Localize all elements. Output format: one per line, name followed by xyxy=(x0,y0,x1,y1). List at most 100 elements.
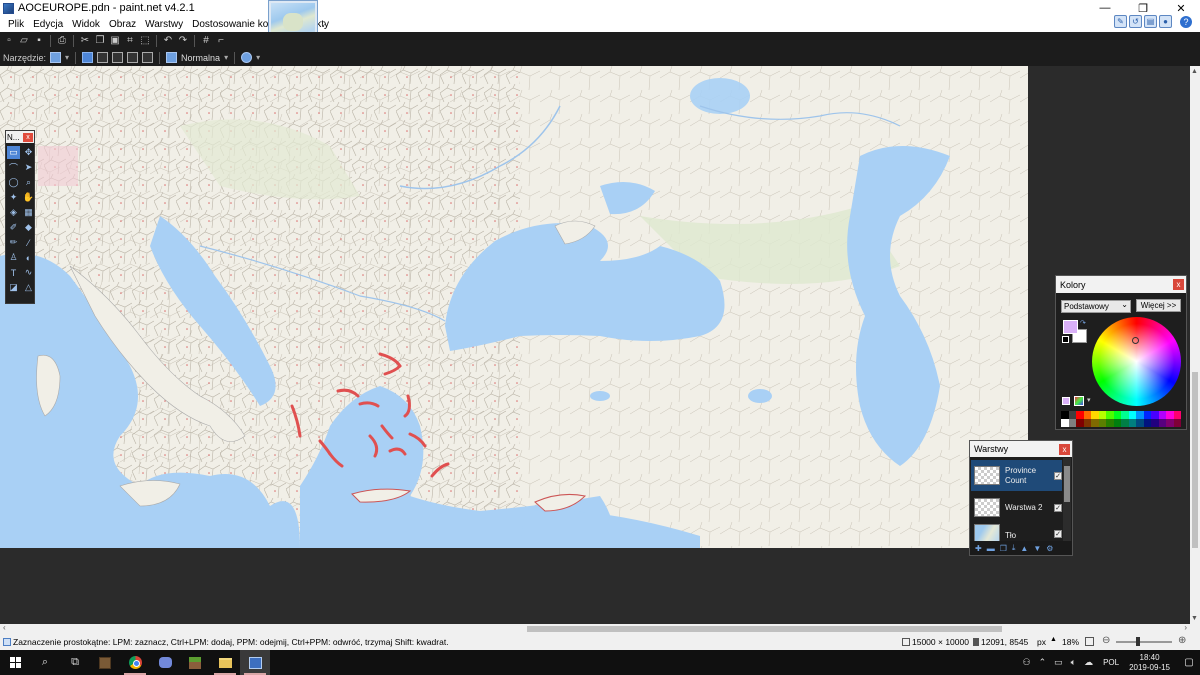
palette-mode-select[interactable]: Podstawowy xyxy=(1061,299,1131,313)
taskbar-app-discord[interactable] xyxy=(150,650,180,675)
palette-swatch[interactable] xyxy=(1098,411,1106,419)
taskbar-app-explorer[interactable] xyxy=(210,650,240,675)
duplicate-layer-icon[interactable]: ❐ xyxy=(1000,544,1007,553)
layer-row-province-count[interactable]: Province Count ✓ xyxy=(971,460,1062,491)
clock[interactable]: 18:40 2019-09-15 xyxy=(1129,653,1170,673)
open-file-icon[interactable]: ▱ xyxy=(18,35,30,47)
cut-icon[interactable]: ✂ xyxy=(79,35,91,47)
more-colors-button[interactable]: Więcej >> xyxy=(1136,299,1181,312)
start-button[interactable] xyxy=(0,650,30,675)
layer-visibility-checkbox[interactable]: ✓ xyxy=(1054,530,1062,538)
layer-visibility-checkbox[interactable]: ✓ xyxy=(1054,503,1062,512)
palette-swatch[interactable] xyxy=(1128,411,1136,419)
move-layer-up-icon[interactable]: ▲ xyxy=(1020,544,1028,553)
palette-swatch[interactable] xyxy=(1173,411,1181,419)
menu-obraz[interactable]: Obraz xyxy=(104,19,140,30)
palette-swatch[interactable] xyxy=(1113,419,1121,427)
scroll-up-icon[interactable]: ▲ xyxy=(1191,68,1198,75)
shapes-tool-icon[interactable]: ◪ xyxy=(7,281,20,294)
move-selected-tool-icon[interactable]: ✥ xyxy=(22,146,35,159)
units-dropdown-icon[interactable]: ▲ xyxy=(1050,636,1057,643)
scroll-right-icon[interactable]: › xyxy=(1184,623,1187,632)
clone-stamp-tool-icon[interactable]: ♙ xyxy=(7,251,20,264)
palette-swatch[interactable] xyxy=(1143,419,1151,427)
line-curve-tool-icon[interactable]: ∿ xyxy=(22,266,35,279)
current-tool-icon[interactable] xyxy=(50,52,62,63)
primary-mini-swatch[interactable] xyxy=(1062,397,1070,405)
palette-swatch[interactable] xyxy=(1083,411,1091,419)
paintbrush-tool-icon[interactable]: ✐ xyxy=(7,221,20,234)
move-selection-tool-icon[interactable]: ➤ xyxy=(22,161,35,174)
units-select[interactable]: px xyxy=(1037,637,1046,647)
copy-icon[interactable]: ❐ xyxy=(94,35,106,47)
tray-overflow-icon[interactable]: ⌃ xyxy=(1039,657,1047,668)
taskbar-app-box[interactable] xyxy=(90,650,120,675)
primary-color-swatch[interactable] xyxy=(1063,320,1078,334)
history-window-toggle-icon[interactable]: ↺ xyxy=(1129,15,1142,28)
selection-mode-invert[interactable] xyxy=(142,52,154,63)
palette-swatch[interactable] xyxy=(1068,419,1076,427)
selection-mode-intersect[interactable] xyxy=(127,52,139,63)
close-window-button[interactable]: ✕ xyxy=(1162,0,1200,16)
volume-icon[interactable]: 🔈︎ xyxy=(1071,657,1076,668)
ellipse-select-tool-icon[interactable]: ◯ xyxy=(7,176,20,189)
zoom-tool-icon[interactable]: ⌕ xyxy=(22,176,35,189)
reset-colors-icon[interactable] xyxy=(1062,336,1069,343)
rectangle-select-tool-icon[interactable]: ▭ xyxy=(7,146,20,159)
palette-swatch[interactable] xyxy=(1136,419,1144,427)
layers-window-close-button[interactable]: x xyxy=(1059,443,1070,455)
palette-swatch[interactable] xyxy=(1121,411,1129,419)
maximize-button[interactable]: ❐ xyxy=(1124,0,1162,16)
blend-mode-select[interactable]: Normalna xyxy=(181,53,220,63)
palette-swatch[interactable] xyxy=(1061,419,1069,427)
palette-swatch[interactable] xyxy=(1083,419,1091,427)
zoom-slider[interactable] xyxy=(1116,641,1172,643)
people-icon[interactable]: ⚇ xyxy=(1023,657,1031,668)
palette-swatch[interactable] xyxy=(1166,419,1174,427)
eraser-tool-icon[interactable]: ◆ xyxy=(22,221,35,234)
palette-swatch[interactable] xyxy=(1061,411,1069,419)
palette-swatch[interactable] xyxy=(1098,419,1106,427)
antialias-icon[interactable] xyxy=(241,52,253,63)
layer-properties-icon[interactable]: ⚙ xyxy=(1046,544,1053,553)
pencil-tool-icon[interactable]: ✏ xyxy=(7,236,20,249)
palette-icon[interactable] xyxy=(1074,396,1084,406)
pan-tool-icon[interactable]: ✋ xyxy=(22,191,35,204)
move-layer-down-icon[interactable]: ▼ xyxy=(1033,544,1041,553)
color-wheel-cursor[interactable] xyxy=(1132,337,1139,344)
print-icon[interactable]: ⎙ xyxy=(56,35,68,47)
network-icon[interactable]: ▭ xyxy=(1054,657,1063,668)
palette-swatch[interactable] xyxy=(1076,411,1084,419)
tool-dropdown-icon[interactable]: ▾ xyxy=(65,53,69,62)
palette-swatch[interactable] xyxy=(1151,411,1159,419)
swap-colors-icon[interactable]: ↷ xyxy=(1080,319,1086,327)
tools-window-close-button[interactable]: x xyxy=(23,132,33,142)
document-list-dropdown-icon[interactable]: ⌄ xyxy=(320,19,327,28)
delete-layer-icon[interactable]: ▬ xyxy=(987,544,995,553)
palette-swatch[interactable] xyxy=(1143,411,1151,419)
paint-bucket-tool-icon[interactable]: ◈ xyxy=(7,206,20,219)
taskbar-app-paintnet[interactable] xyxy=(240,650,270,675)
palette-swatch[interactable] xyxy=(1136,411,1144,419)
taskbar-app-minecraft[interactable] xyxy=(180,650,210,675)
onedrive-icon[interactable]: ☁ xyxy=(1084,657,1093,668)
add-layer-icon[interactable]: ✚ xyxy=(975,544,982,553)
menu-edycja[interactable]: Edycja xyxy=(28,19,67,30)
minimize-button[interactable]: — xyxy=(1086,0,1124,16)
deselect-icon[interactable]: ⬚ xyxy=(139,35,151,47)
selection-mode-exclude[interactable] xyxy=(112,52,124,63)
colors-window-toggle-icon[interactable]: ● xyxy=(1159,15,1172,28)
vertical-scroll-thumb[interactable] xyxy=(1192,372,1198,548)
menu-warstwy[interactable]: Warstwy xyxy=(140,19,187,30)
task-view-button[interactable]: ⧉ xyxy=(60,650,90,675)
scroll-down-icon[interactable]: ▼ xyxy=(1191,615,1198,622)
new-file-icon[interactable]: ▫ xyxy=(3,35,15,47)
layer-row-tlo[interactable]: Tło ✓ xyxy=(971,524,1062,542)
palette-swatch[interactable] xyxy=(1091,419,1099,427)
palette-swatch[interactable] xyxy=(1091,411,1099,419)
color-palette[interactable] xyxy=(1061,411,1181,427)
lasso-select-tool-icon[interactable]: ⌒ xyxy=(7,161,20,174)
palette-swatch[interactable] xyxy=(1166,411,1174,419)
text-tool-icon[interactable]: T xyxy=(7,266,20,279)
selection-mode-union[interactable] xyxy=(97,52,109,63)
